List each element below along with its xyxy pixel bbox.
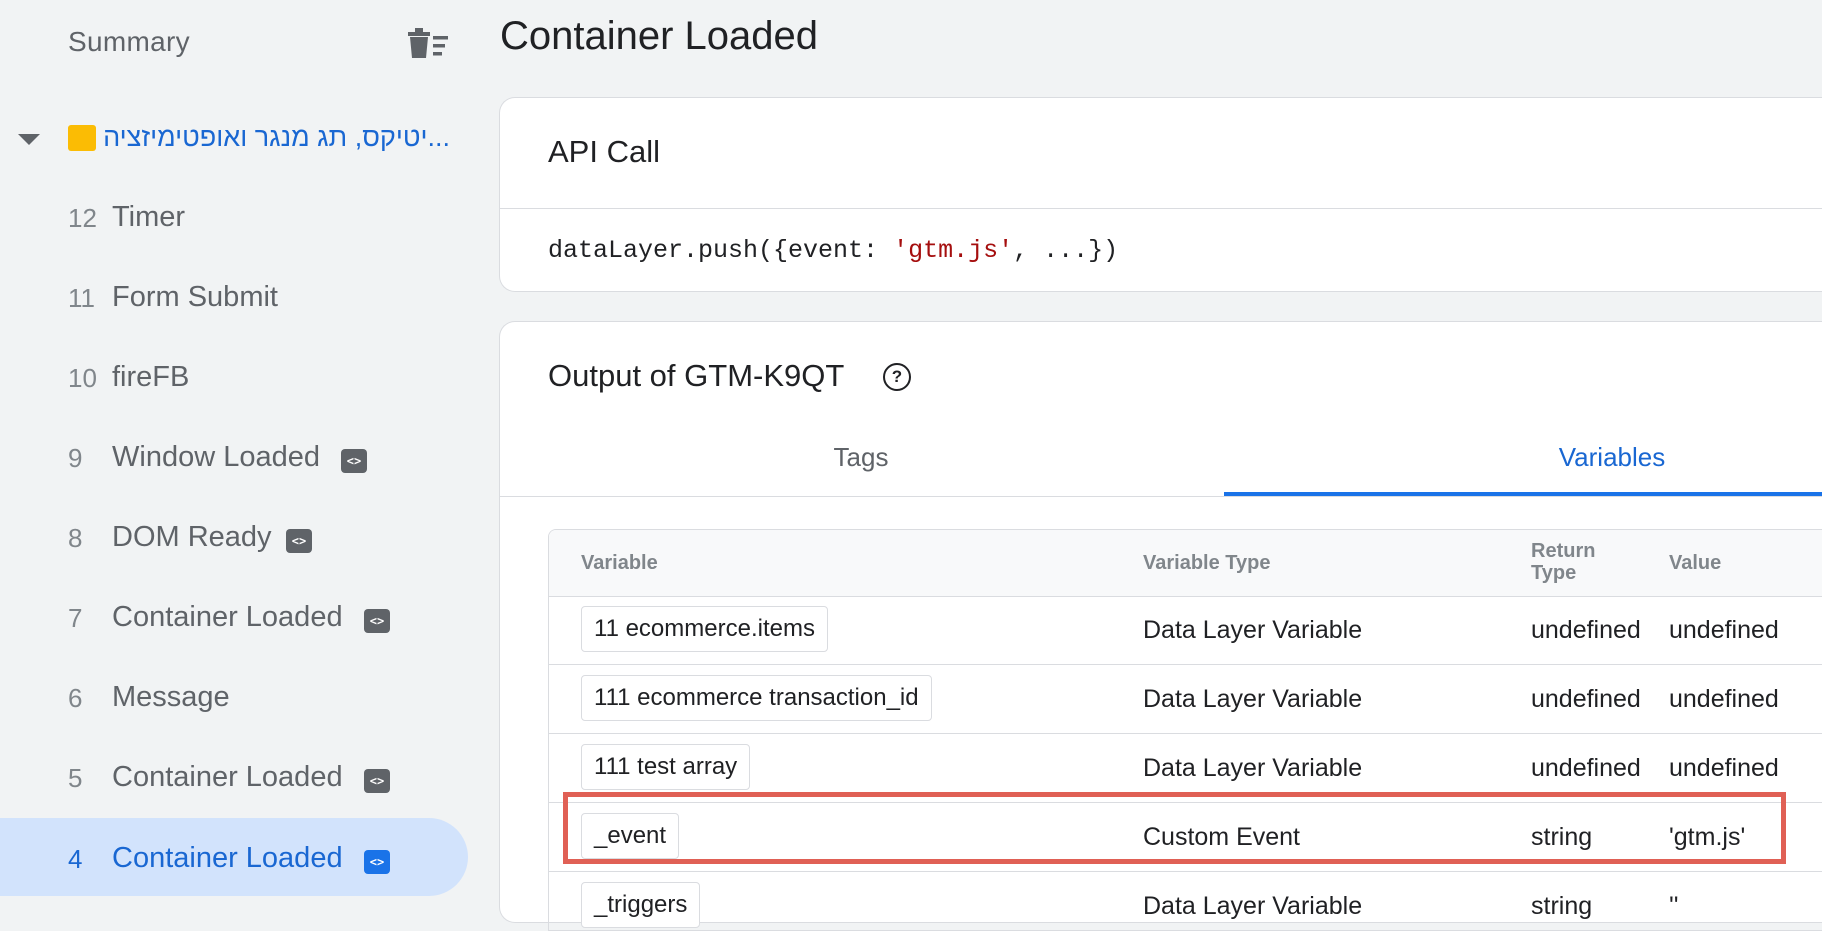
event-item[interactable]: 12 Timer — [0, 183, 468, 255]
table-row[interactable]: _triggers Data Layer Variable string '' — [549, 872, 1822, 930]
variable-value: '' — [1669, 892, 1679, 920]
return-type: undefined — [1531, 616, 1641, 644]
code-icon: <> — [341, 449, 367, 473]
event-item[interactable]: 8 DOM Ready <> — [0, 503, 468, 575]
code-icon: <> — [364, 769, 390, 793]
variable-chip[interactable]: _triggers — [581, 882, 701, 928]
event-number: 10 — [68, 363, 97, 393]
event-item[interactable]: 5 Container Loaded <> — [0, 743, 468, 815]
event-item[interactable]: 6 Message — [0, 663, 468, 735]
table-row[interactable]: 111 ecommerce transaction_id Data Layer … — [549, 665, 1822, 734]
variable-value: undefined — [1669, 754, 1779, 782]
event-item-active[interactable]: 4 Container Loaded <> — [0, 818, 468, 896]
variable-type: Data Layer Variable — [1143, 892, 1363, 920]
variable-chip[interactable]: 11 ecommerce.items — [581, 606, 828, 652]
return-type: undefined — [1531, 754, 1641, 782]
event-number: 11 — [68, 283, 95, 313]
highlight-box — [563, 792, 1786, 864]
event-number: 5 — [68, 763, 83, 793]
tab-tags[interactable]: Tags — [711, 442, 1011, 473]
variable-chip[interactable]: 111 ecommerce transaction_id — [581, 675, 932, 721]
return-type: undefined — [1531, 685, 1641, 713]
sidebar: Summary ...יטיקס, תג מנגר ואופטימיזציה 1… — [0, 0, 468, 898]
event-label: DOM Ready — [112, 521, 272, 553]
event-label: fireFB — [112, 361, 190, 393]
folder-icon — [68, 125, 96, 151]
code-suffix: , ...}) — [1013, 236, 1119, 265]
event-label: Form Submit — [112, 281, 278, 313]
api-call-code: dataLayer.push({event: 'gtm.js', ...}) — [548, 236, 1118, 265]
code-prefix: dataLayer.push({event: — [548, 236, 894, 265]
event-number: 9 — [68, 443, 83, 473]
summary-label: Summary — [68, 26, 190, 57]
event-label: Container Loaded — [112, 601, 343, 633]
code-string: 'gtm.js' — [893, 236, 1014, 265]
event-label: Message — [112, 681, 230, 713]
return-type-line1: Return — [1531, 540, 1596, 562]
table-row[interactable]: 11 ecommerce.items Data Layer Variable u… — [549, 596, 1822, 665]
event-label: Timer — [112, 201, 186, 233]
variable-type: Data Layer Variable — [1143, 616, 1363, 644]
event-number: 12 — [68, 203, 97, 233]
variable-type: Data Layer Variable — [1143, 685, 1363, 713]
event-label: Container Loaded — [112, 842, 343, 874]
return-type-line2: Type — [1531, 562, 1577, 584]
event-item[interactable]: 7 Container Loaded <> — [0, 583, 468, 655]
output-heading: Output of GTM-K9QT — [548, 358, 845, 393]
event-item[interactable]: 9 Window Loaded <> — [0, 423, 468, 495]
event-number: 6 — [68, 683, 83, 713]
divider — [500, 208, 1822, 209]
column-header-variable: Variable — [581, 552, 658, 574]
api-call-heading: API Call — [548, 134, 660, 169]
summary-row[interactable]: Summary — [0, 0, 468, 84]
column-header-return-type: Return Type — [1531, 540, 1595, 584]
event-item[interactable]: 10 fireFB — [0, 343, 468, 415]
event-label: Window Loaded — [112, 441, 320, 473]
clear-messages-icon[interactable] — [406, 24, 450, 60]
page-title: Container Loaded — [500, 14, 819, 58]
tab-variables[interactable]: Variables — [1462, 442, 1762, 473]
variable-type: Data Layer Variable — [1143, 754, 1363, 782]
event-item[interactable]: 11 Form Submit — [0, 263, 468, 335]
variable-value: undefined — [1669, 685, 1779, 713]
column-header-type: Variable Type — [1143, 552, 1271, 574]
code-icon: <> — [364, 609, 390, 633]
code-icon: <> — [364, 850, 390, 874]
event-number: 8 — [68, 523, 83, 553]
table-header: Variable Variable Type Return Type Value — [549, 530, 1822, 597]
event-label: Container Loaded — [112, 761, 343, 793]
container-group-label[interactable]: ...יטיקס, תג מנגר ואופטימיזציה — [102, 122, 450, 153]
code-icon: <> — [286, 529, 312, 553]
variables-table: Variable Variable Type Return Type Value … — [548, 529, 1822, 931]
column-header-value: Value — [1669, 552, 1722, 574]
event-number: 4 — [68, 844, 83, 874]
api-call-card: API Call dataLayer.push({event: 'gtm.js'… — [499, 97, 1822, 292]
variable-value: undefined — [1669, 616, 1779, 644]
event-number: 7 — [68, 603, 83, 633]
variable-chip[interactable]: 111 test array — [581, 744, 751, 790]
caret-down-icon[interactable] — [18, 134, 40, 145]
help-icon[interactable]: ? — [883, 363, 911, 391]
return-type: string — [1531, 892, 1593, 920]
divider — [500, 496, 1822, 497]
